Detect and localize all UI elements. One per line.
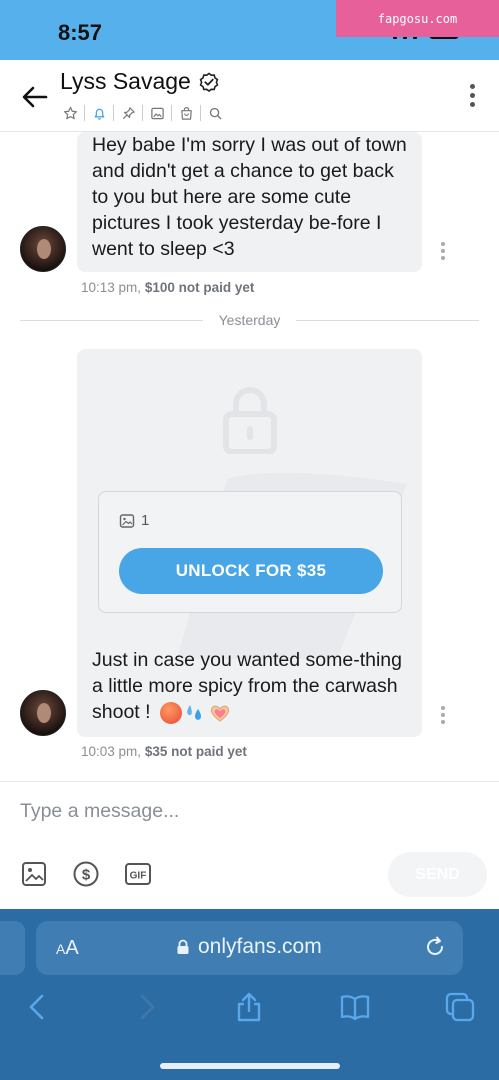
price-status: $100 not paid yet	[144, 280, 255, 295]
message-options-icon[interactable]	[441, 242, 445, 260]
separator	[142, 105, 143, 121]
message-text: Hey babe I'm sorry I was out of town and…	[92, 134, 407, 260]
star-icon[interactable]	[58, 102, 82, 124]
shopping-bag-icon[interactable]	[174, 102, 198, 124]
message-options-icon[interactable]	[441, 706, 445, 724]
message-meta: 10:13 pm, $100 not paid yet	[81, 280, 254, 295]
separator	[113, 105, 114, 121]
previous-tab-preview[interactable]	[0, 921, 25, 975]
svg-text:$: $	[82, 867, 91, 884]
header-actions	[58, 102, 227, 124]
emoji-row	[159, 701, 232, 724]
address-bar[interactable]: AA onlyfans.com	[36, 921, 463, 975]
tip-dollar-icon[interactable]: $	[72, 860, 100, 888]
heart-hands-emoji	[210, 705, 230, 722]
unlock-button[interactable]: UNLOCK FOR $35	[119, 548, 383, 594]
bell-icon[interactable]	[87, 102, 111, 124]
back-arrow-icon[interactable]	[20, 82, 50, 112]
separator	[84, 105, 85, 121]
forward-icon[interactable]	[130, 991, 162, 1023]
status-bar: 8:57 fapgosu.com	[0, 0, 499, 60]
browser-toolbar: AA onlyfans.com	[0, 909, 499, 1080]
watermark: fapgosu.com	[336, 0, 499, 37]
header-title-row: Lyss Savage	[60, 68, 219, 95]
svg-text:GIF: GIF	[130, 871, 147, 882]
back-icon[interactable]	[22, 991, 54, 1023]
reader-settings-button[interactable]: AA	[56, 937, 79, 960]
message-time: 10:13 pm,	[81, 280, 142, 295]
verified-badge-icon	[199, 72, 219, 92]
image-icon[interactable]	[20, 860, 48, 888]
media-icon[interactable]	[145, 102, 169, 124]
message-text: Just in case you wanted some-thing a lit…	[92, 647, 410, 725]
separator	[200, 105, 201, 121]
locked-media-message[interactable]: 1 UNLOCK FOR $35 Just in case you wanted…	[77, 349, 422, 737]
avatar[interactable]	[20, 690, 66, 736]
share-icon[interactable]	[233, 991, 265, 1023]
screen: 8:57 fapgosu.com Lyss Savage Hey babe I'…	[0, 0, 499, 1080]
avatar[interactable]	[20, 226, 66, 272]
message-meta: 10:03 pm, $35 not paid yet	[81, 744, 247, 759]
pin-icon[interactable]	[116, 102, 140, 124]
bookmarks-icon[interactable]	[339, 991, 371, 1023]
unlock-panel: 1 UNLOCK FOR $35	[98, 491, 402, 613]
message-bubble[interactable]: Hey babe I'm sorry I was out of town and…	[77, 132, 422, 272]
lock-icon	[223, 387, 277, 454]
search-icon[interactable]	[203, 102, 227, 124]
image-icon	[119, 513, 135, 528]
contact-name[interactable]: Lyss Savage	[60, 68, 191, 95]
date-divider: Yesterday	[218, 312, 281, 328]
message-input[interactable]	[20, 796, 460, 826]
status-time: 8:57	[58, 20, 103, 45]
message-time: 10:03 pm,	[81, 744, 142, 759]
separator	[171, 105, 172, 121]
media-message-text: Just in case you wanted some-thing a lit…	[92, 649, 403, 723]
media-count-value: 1	[141, 512, 150, 529]
reload-icon[interactable]	[423, 935, 447, 959]
home-indicator	[160, 1063, 340, 1069]
message-composer: $ GIF SEND	[0, 781, 499, 909]
sweat-droplets-emoji	[187, 704, 201, 720]
chat-header: Lyss Savage	[0, 60, 499, 132]
tabs-icon[interactable]	[444, 991, 476, 1023]
price-status: $35 not paid yet	[144, 744, 247, 759]
url-text: onlyfans.com	[198, 935, 322, 958]
media-count: 1	[119, 512, 149, 529]
lock-icon	[177, 939, 189, 954]
more-options-icon[interactable]	[470, 84, 475, 107]
url-display[interactable]: onlyfans.com	[176, 935, 322, 959]
gif-icon[interactable]: GIF	[124, 860, 152, 888]
send-button[interactable]: SEND	[388, 852, 487, 897]
hot-face-emoji	[159, 701, 182, 724]
